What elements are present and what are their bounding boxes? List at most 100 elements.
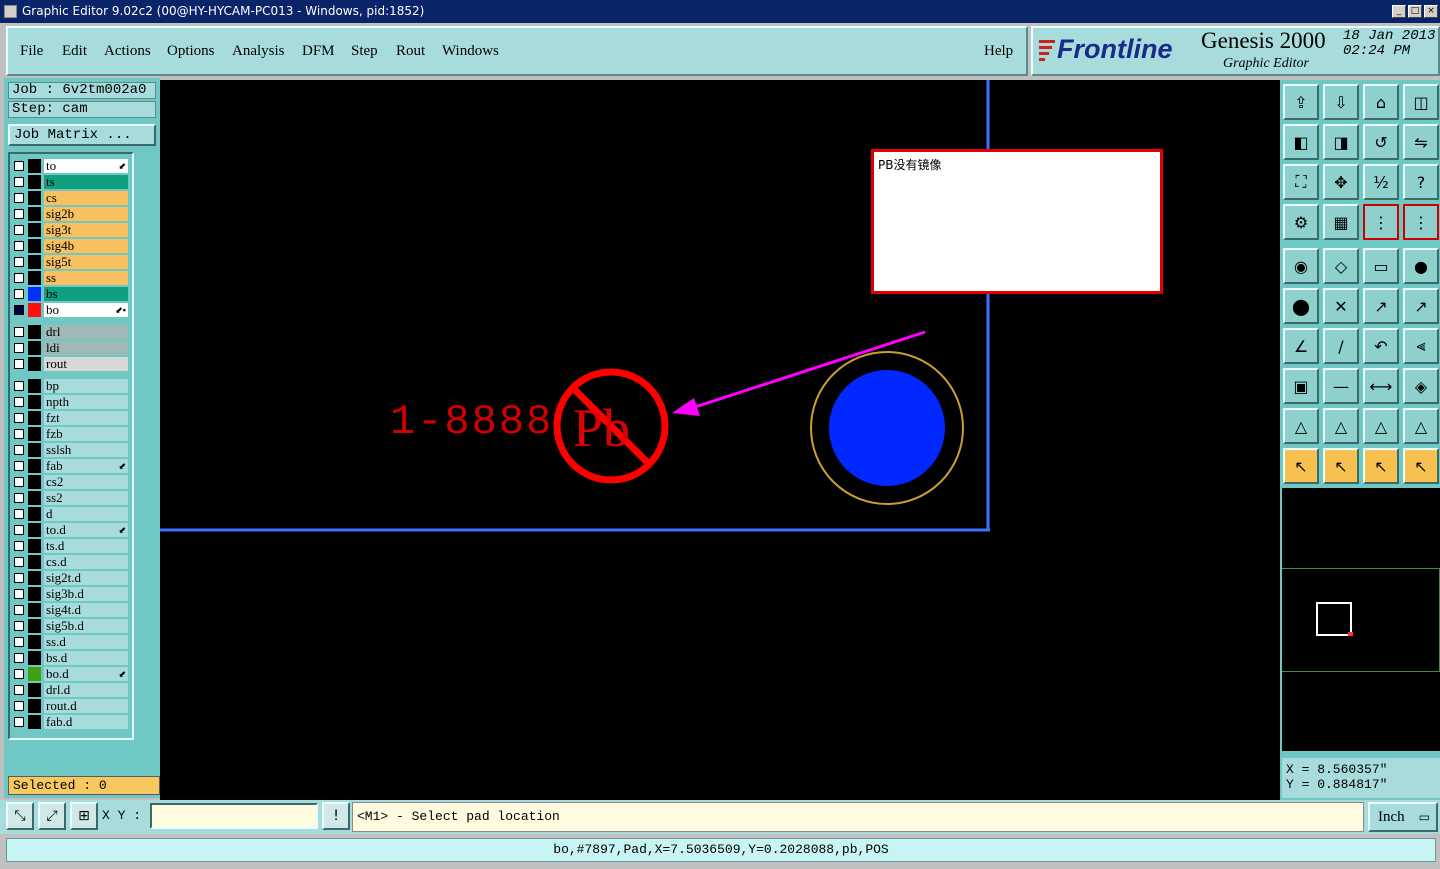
cross-icon[interactable]: ✕ — [1323, 288, 1359, 324]
layer-row-drl-d[interactable]: drl.d — [10, 682, 132, 698]
frame-icon[interactable]: ⫷ — [1403, 328, 1439, 364]
menu-step[interactable]: Step — [351, 43, 378, 60]
layer-checkbox[interactable] — [14, 525, 24, 535]
layer-color-swatch[interactable] — [28, 271, 41, 285]
layer-color-swatch[interactable] — [28, 379, 41, 393]
layer-color-swatch[interactable] — [28, 395, 41, 409]
line-b-icon[interactable]: / — [1323, 328, 1359, 364]
layer-color-swatch[interactable] — [28, 239, 41, 253]
layer-checkbox[interactable] — [14, 621, 24, 631]
layer-checkbox[interactable] — [14, 429, 24, 439]
pad-dot-icon[interactable]: ● — [1403, 248, 1439, 284]
layer-name[interactable]: rout — [44, 357, 128, 371]
layer-name[interactable]: sig4t.d — [44, 603, 128, 617]
layer-row-sig4b[interactable]: sig4b — [10, 238, 132, 254]
layer-checkbox[interactable] — [14, 637, 24, 647]
layer-color-swatch[interactable] — [28, 459, 41, 473]
layer-checkbox[interactable] — [14, 193, 24, 203]
open-job-icon[interactable]: ⇪ — [1283, 84, 1319, 120]
layer-row-ldi[interactable]: ldi — [10, 340, 132, 356]
pointer-a-icon[interactable]: ↖ — [1283, 448, 1319, 484]
layer-name[interactable]: bs — [44, 287, 128, 301]
minimize-button[interactable]: _ — [1392, 5, 1406, 18]
menu-dfm[interactable]: DFM — [302, 43, 335, 60]
pointer-c-icon[interactable]: ↖ — [1363, 448, 1399, 484]
layer-color-swatch[interactable] — [28, 635, 41, 649]
layer-checkbox[interactable] — [14, 209, 24, 219]
layer-checkbox[interactable] — [14, 413, 24, 423]
layer-row-fzb[interactable]: fzb — [10, 426, 132, 442]
layer-row-to[interactable]: to ⬋ — [10, 158, 132, 174]
layer-name[interactable]: fzt — [44, 411, 128, 425]
layer-color-swatch[interactable] — [28, 523, 41, 537]
layer-name[interactable]: sig4b — [44, 239, 128, 253]
layer-row-sig4t-d[interactable]: sig4t.d — [10, 602, 132, 618]
grid-snap-icon[interactable]: ⊞ — [70, 802, 98, 830]
layer-name[interactable]: fzb — [44, 427, 128, 441]
xy-input[interactable] — [150, 803, 318, 829]
layer-row-fzt[interactable]: fzt — [10, 410, 132, 426]
menu-options[interactable]: Options — [167, 43, 215, 60]
dimension-icon[interactable]: ⟷ — [1363, 368, 1399, 404]
layer-checkbox[interactable] — [14, 717, 24, 727]
layer-color-swatch[interactable] — [28, 603, 41, 617]
layer-checkbox[interactable] — [14, 177, 24, 187]
layer-checkbox[interactable] — [14, 241, 24, 251]
layer-row-ss[interactable]: ss — [10, 270, 132, 286]
layer-row-d[interactable]: d — [10, 506, 132, 522]
layer-checkbox[interactable] — [14, 589, 24, 599]
minus-icon[interactable]: — — [1323, 368, 1359, 404]
scale-1-2-icon[interactable]: ½ — [1363, 164, 1399, 200]
layer-name[interactable]: ss.d — [44, 635, 128, 649]
layer-color-swatch[interactable] — [28, 223, 41, 237]
layer-name[interactable]: to ⬋ — [44, 159, 128, 173]
layer-color-swatch[interactable] — [28, 619, 41, 633]
grid-icon[interactable]: ▦ — [1323, 204, 1359, 240]
layer-name[interactable]: sig3t — [44, 223, 128, 237]
layer-name[interactable]: ldi — [44, 341, 128, 355]
layer-row-bo[interactable]: bo ⬋▪ — [10, 302, 132, 318]
layer-checkbox[interactable] — [14, 685, 24, 695]
layer-color-swatch[interactable] — [28, 475, 41, 489]
layer-checkbox[interactable] — [14, 477, 24, 487]
layer-name[interactable]: sig3b.d — [44, 587, 128, 601]
layer-name[interactable]: ts.d — [44, 539, 128, 553]
link-b-icon[interactable]: ↗ — [1403, 288, 1439, 324]
snap-off-icon[interactable]: ⤢ — [38, 802, 66, 830]
unit-selector[interactable]: Inch ▭ — [1368, 802, 1438, 832]
close-button[interactable]: × — [1424, 5, 1438, 18]
layer-row-bs-d[interactable]: bs.d — [10, 650, 132, 666]
layer-checkbox[interactable] — [14, 605, 24, 615]
layer-row-fab[interactable]: fab ⬋ — [10, 458, 132, 474]
layer-name[interactable]: cs — [44, 191, 128, 205]
menu-file[interactable]: File — [20, 43, 43, 60]
layer-color-swatch[interactable] — [28, 491, 41, 505]
layer-color-swatch[interactable] — [28, 175, 41, 189]
snap-mode-icon[interactable]: ⤡ — [6, 802, 34, 830]
zoom-center-icon[interactable]: ✥ — [1323, 164, 1359, 200]
layer-toggle-a-icon[interactable]: ⋮ — [1363, 204, 1399, 240]
menu-actions[interactable]: Actions — [104, 43, 151, 60]
layer-checkbox[interactable] — [14, 359, 24, 369]
select-pad-icon[interactable]: ◉ — [1283, 248, 1319, 284]
layer-checkbox[interactable] — [14, 305, 24, 315]
layer-checkbox[interactable] — [14, 327, 24, 337]
menu-analysis[interactable]: Analysis — [232, 43, 285, 60]
layer-name[interactable]: drl.d — [44, 683, 128, 697]
layer-row-sslsh[interactable]: sslsh — [10, 442, 132, 458]
pointer-b-icon[interactable]: ↖ — [1323, 448, 1359, 484]
layer-name[interactable]: fab.d — [44, 715, 128, 729]
layer-color-swatch[interactable] — [28, 715, 41, 729]
layer-row-drl[interactable]: drl — [10, 324, 132, 340]
layer-checkbox[interactable] — [14, 653, 24, 663]
menu-rout[interactable]: Rout — [396, 43, 425, 60]
pan-left-icon[interactable]: ◧ — [1283, 124, 1319, 160]
layer-row-sig5t[interactable]: sig5t — [10, 254, 132, 270]
layer-name[interactable]: d — [44, 507, 128, 521]
execute-button[interactable]: ! — [322, 802, 350, 830]
layer-name[interactable]: ss2 — [44, 491, 128, 505]
layer-row-ts-d[interactable]: ts.d — [10, 538, 132, 554]
layer-name[interactable]: bs.d — [44, 651, 128, 665]
measure-icon[interactable]: ▭ — [1363, 248, 1399, 284]
link-a-icon[interactable]: ↗ — [1363, 288, 1399, 324]
